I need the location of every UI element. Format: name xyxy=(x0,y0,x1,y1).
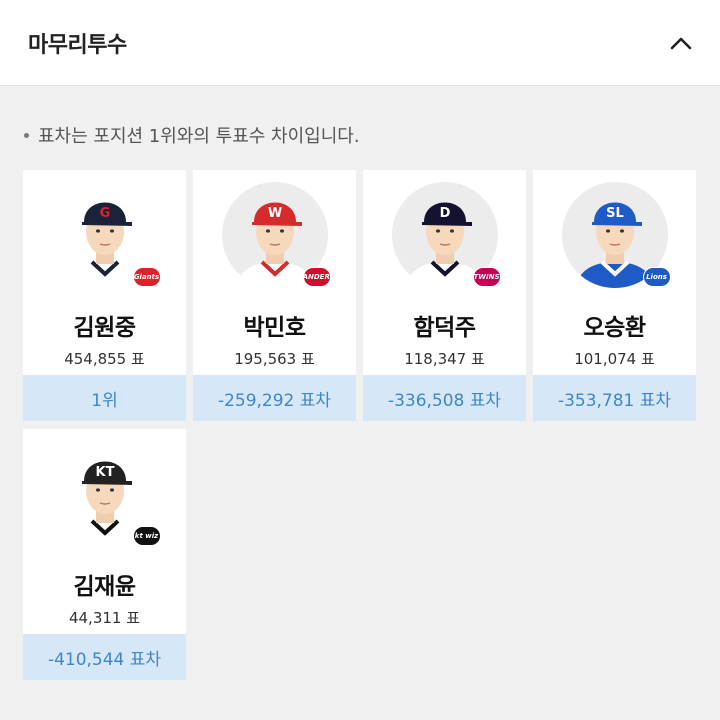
player-photo-wrap: SL Lions xyxy=(561,182,670,288)
vote-count: 118,347 표 xyxy=(404,350,485,368)
player-card[interactable]: SL Lions 오승환 101,074 표 -353,781 표차 xyxy=(533,170,696,421)
player-name: 오승환 xyxy=(583,315,646,341)
player-grid: G Giants 김원중 454,855 표 1위 W LANDERS 박민호 … xyxy=(23,170,697,680)
player-photo-wrap: W LANDERS xyxy=(221,182,335,288)
vote-gap: -410,544 표차 xyxy=(23,634,186,680)
vote-gap: -336,508 표차 xyxy=(363,375,526,421)
player-name: 함덕주 xyxy=(413,315,476,341)
player-name: 김원중 xyxy=(73,315,136,341)
player-name: 김재윤 xyxy=(73,574,136,600)
vote-gap-note: 표차는 포지션 1위와의 투표수 차이입니다. xyxy=(23,122,697,148)
svg-text:KT: KT xyxy=(95,465,114,480)
vote-gap: -259,292 표차 xyxy=(193,375,356,421)
svg-text:D: D xyxy=(439,206,450,221)
vote-count: 195,563 표 xyxy=(234,350,315,368)
svg-text:W: W xyxy=(267,206,281,221)
vote-count: 454,855 표 xyxy=(64,350,145,368)
player-name: 박민호 xyxy=(243,315,306,341)
vote-gap: -353,781 표차 xyxy=(533,375,696,421)
team-logo-icon: LANDERS xyxy=(298,268,335,286)
team-logo-icon: Lions xyxy=(643,268,670,286)
vote-gap: 1위 xyxy=(23,375,186,421)
content-area: 표차는 포지션 1위와의 투표수 차이입니다. G Giants 김원중 454… xyxy=(0,122,720,680)
team-logo-icon: Giants xyxy=(133,268,160,286)
team-logo-icon: TWINS xyxy=(473,268,500,286)
player-card[interactable]: W LANDERS 박민호 195,563 표 -259,292 표차 xyxy=(193,170,356,421)
note-text: 표차는 포지션 1위와의 투표수 차이입니다. xyxy=(38,126,360,147)
section-header[interactable]: 마무리투수 xyxy=(0,0,720,86)
vote-count: 101,074 표 xyxy=(574,350,655,368)
player-photo-wrap: D TWINS xyxy=(391,182,500,288)
player-card[interactable]: D TWINS 함덕주 118,347 표 -336,508 표차 xyxy=(363,170,526,421)
svg-text:SL: SL xyxy=(606,206,624,221)
svg-text:G: G xyxy=(99,206,110,221)
chevron-up-icon[interactable] xyxy=(668,30,694,56)
vote-count: 44,311 표 xyxy=(68,609,141,627)
bullet-icon xyxy=(24,132,29,138)
player-photo-wrap: G Giants xyxy=(51,182,160,288)
section-title: 마무리투수 xyxy=(28,32,127,58)
player-photo-wrap: KT kt wiz xyxy=(51,441,160,547)
player-card[interactable]: G Giants 김원중 454,855 표 1위 xyxy=(23,170,186,421)
team-logo-icon: kt wiz xyxy=(133,527,160,545)
player-card[interactable]: KT kt wiz 김재윤 44,311 표 -410,544 표차 xyxy=(23,429,186,680)
